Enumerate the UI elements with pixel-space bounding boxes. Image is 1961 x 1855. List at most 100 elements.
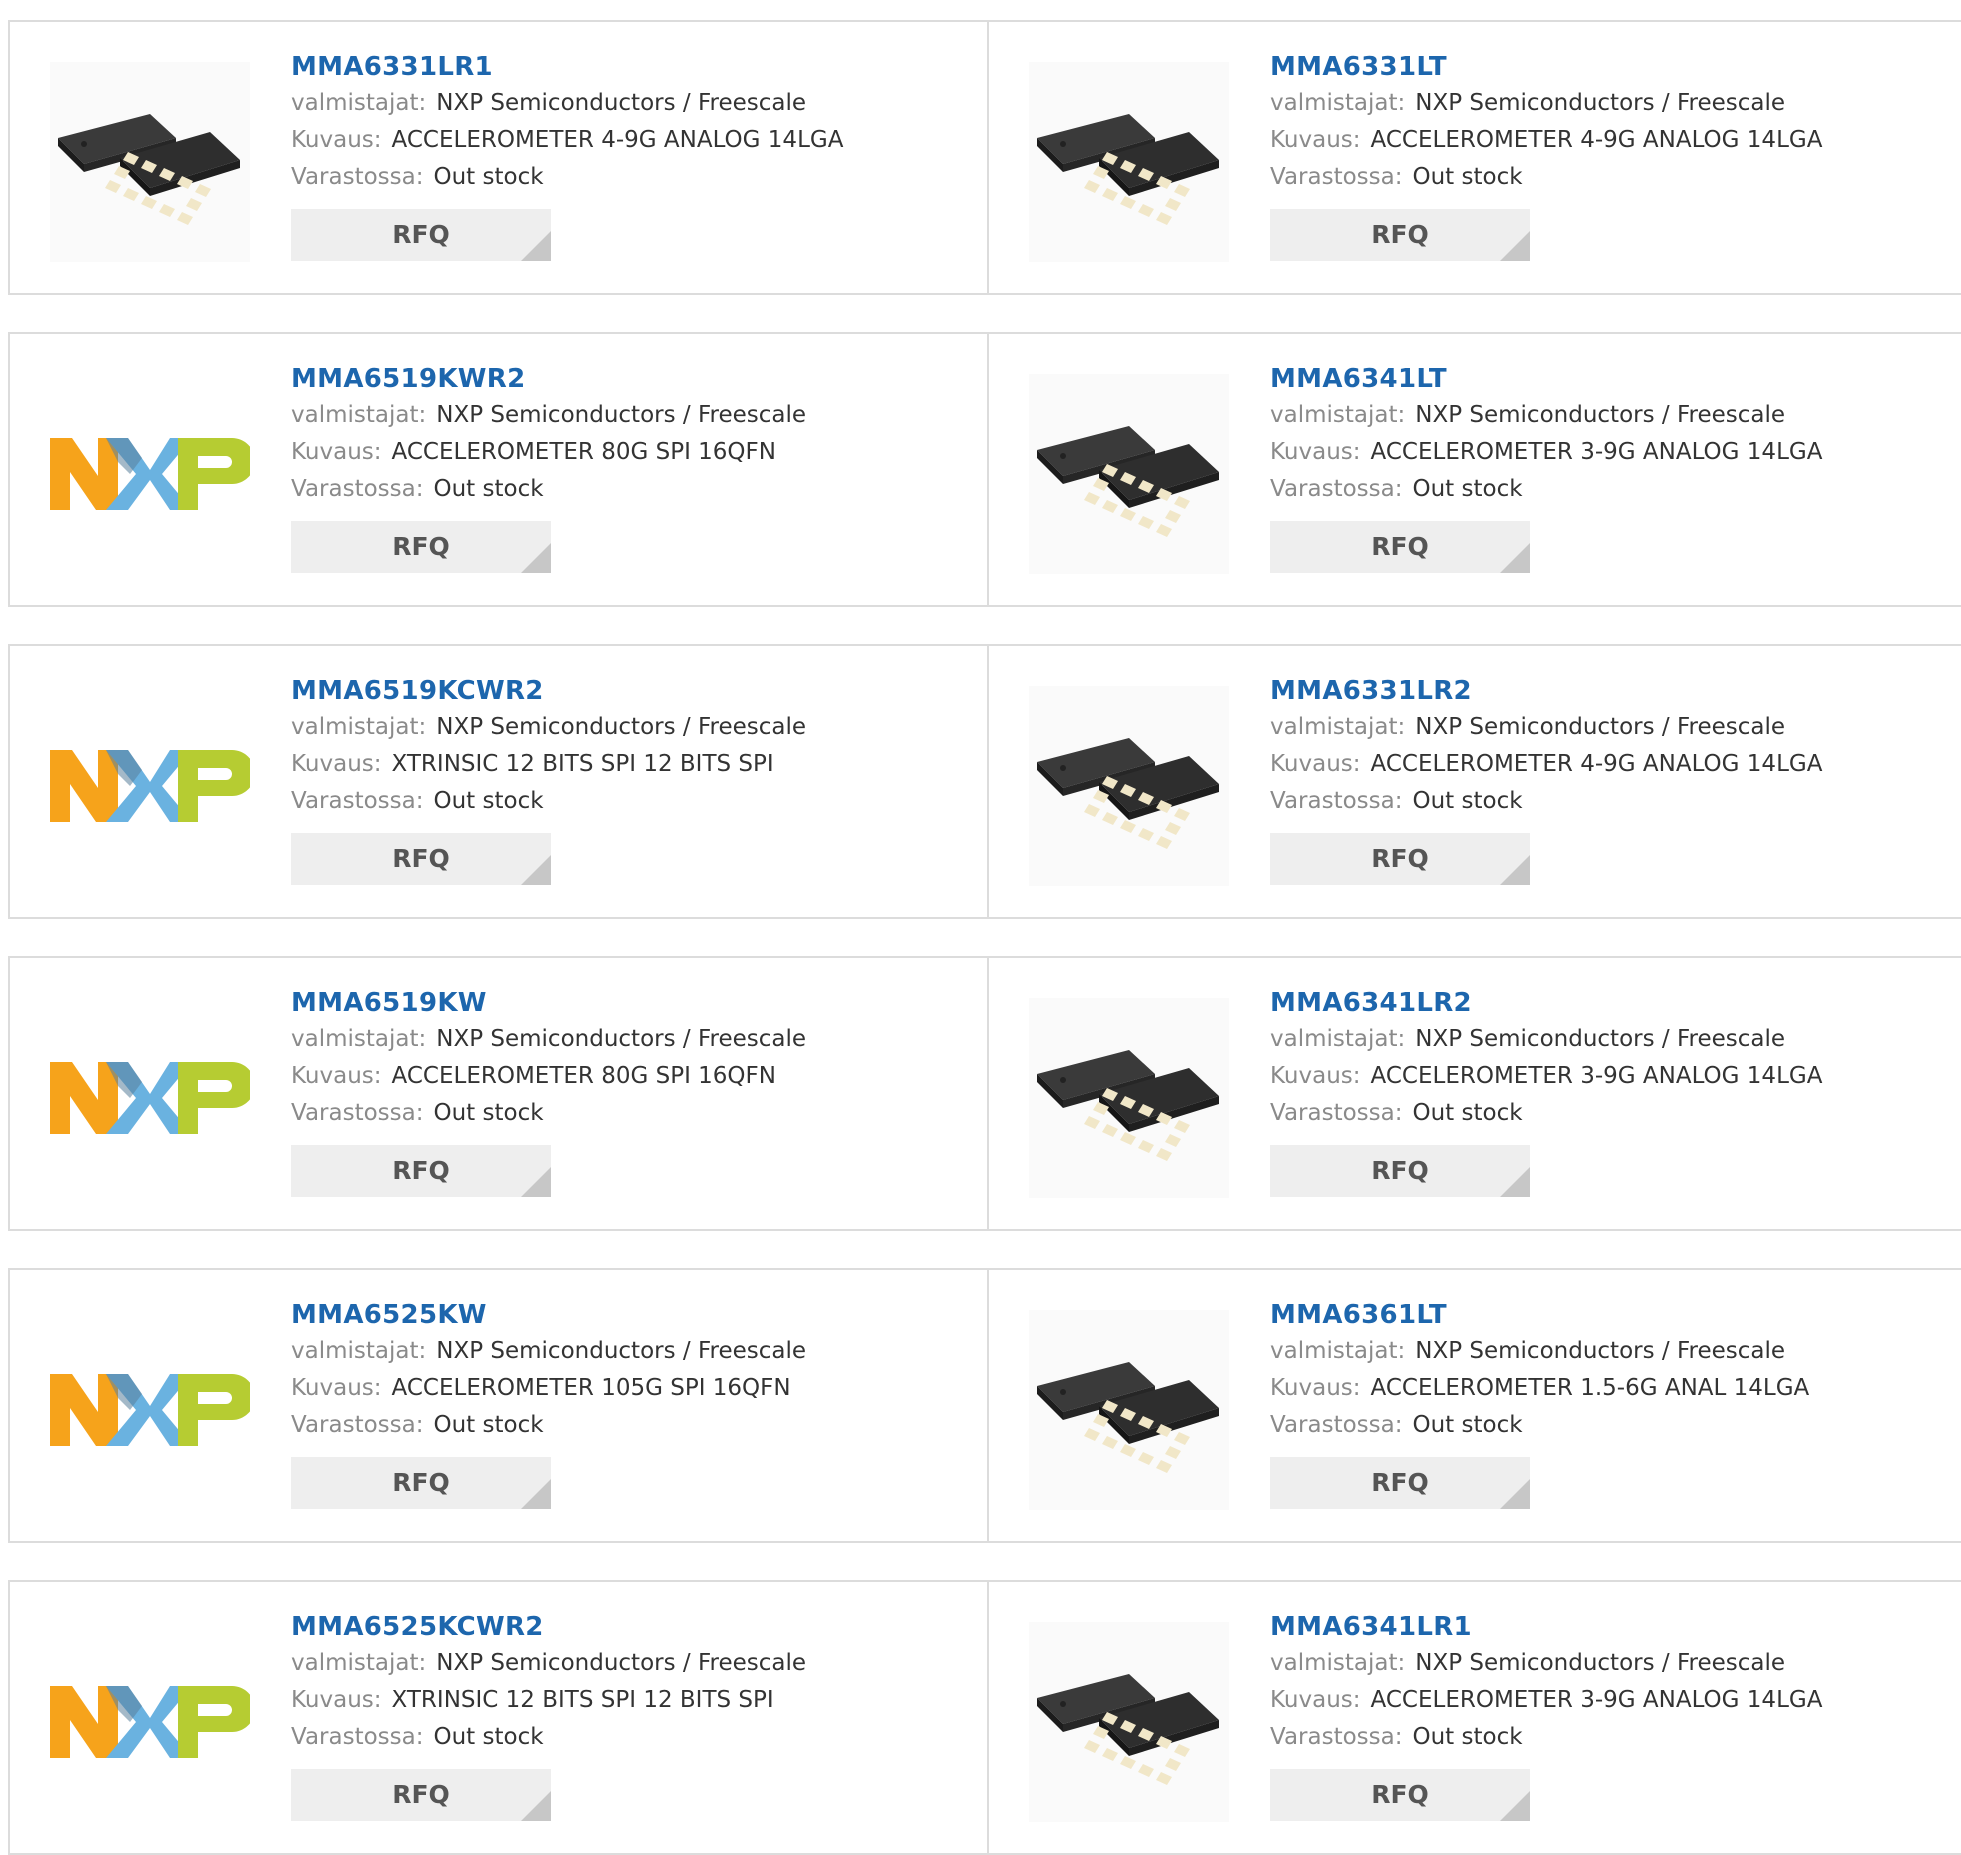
part-number-link[interactable]: MMA6331LR1 [291,49,843,85]
description-label: Kuvaus: [291,1063,382,1089]
description-line: Kuvaus: ACCELEROMETER 80G SPI 16QFN [291,1058,806,1095]
corner-triangle-icon [521,1479,551,1509]
rfq-label: RFQ [392,844,450,873]
manufacturer-value: NXP Semiconductors / Freescale [1415,90,1786,116]
manufacturer-line: valmistajat: NXP Semiconductors / Freesca… [291,1021,806,1058]
part-number-link[interactable]: MMA6341LT [1270,361,1822,397]
stock-line: Varastossa: Out stock [1270,1719,1822,1756]
part-number-link[interactable]: MMA6341LR1 [1270,1609,1822,1645]
stock-label: Varastossa: [1270,1100,1403,1126]
product-row: MMA6519KW valmistajat: NXP Semiconductors… [8,956,1961,1231]
chip-package-image[interactable] [1029,1622,1229,1822]
manufacturer-label: valmistajat: [1270,90,1406,116]
chip-package-image[interactable] [1029,998,1229,1198]
manufacturer-value: NXP Semiconductors / Freescale [436,1026,807,1052]
manufacturer-line: valmistajat: NXP Semiconductors / Freesca… [1270,1021,1822,1058]
description-value: ACCELEROMETER 4-9G ANALOG 14LGA [1370,127,1823,153]
part-number-link[interactable]: MMA6525KCWR2 [291,1609,806,1645]
corner-triangle-icon [521,543,551,573]
chip-package-image[interactable] [1029,686,1229,886]
corner-triangle-icon [521,1791,551,1821]
corner-triangle-icon [521,1167,551,1197]
stock-label: Varastossa: [291,164,424,190]
description-label: Kuvaus: [291,751,382,777]
stock-line: Varastossa: Out stock [291,159,843,196]
part-number-link[interactable]: MMA6519KCWR2 [291,673,806,709]
stock-value: Out stock [433,1412,544,1438]
nxp-logo-image[interactable] [50,374,250,574]
rfq-label: RFQ [392,1468,450,1497]
nxp-logo-image[interactable] [50,686,250,886]
stock-line: Varastossa: Out stock [291,1719,806,1756]
stock-line: Varastossa: Out stock [291,471,806,508]
description-value: ACCELEROMETER 4-9G ANALOG 14LGA [391,127,844,153]
rfq-button[interactable]: RFQ [1270,1145,1530,1197]
rfq-label: RFQ [392,1156,450,1185]
description-value: ACCELEROMETER 3-9G ANALOG 14LGA [1370,439,1823,465]
stock-line: Varastossa: Out stock [1270,1095,1822,1132]
description-line: Kuvaus: ACCELEROMETER 4-9G ANALOG 14LGA [291,122,843,159]
rfq-button[interactable]: RFQ [291,209,551,261]
manufacturer-value: NXP Semiconductors / Freescale [1415,1338,1786,1364]
rfq-button[interactable]: RFQ [291,1145,551,1197]
nxp-logo-image[interactable] [50,1622,250,1822]
rfq-button[interactable]: RFQ [1270,833,1530,885]
part-number-link[interactable]: MMA6519KW [291,985,806,1021]
description-line: Kuvaus: ACCELEROMETER 3-9G ANALOG 14LGA [1270,434,1822,471]
rfq-button[interactable]: RFQ [1270,209,1530,261]
manufacturer-line: valmistajat: NXP Semiconductors / Freesca… [291,709,806,746]
stock-label: Varastossa: [1270,1724,1403,1750]
stock-line: Varastossa: Out stock [1270,471,1822,508]
rfq-button[interactable]: RFQ [291,1769,551,1821]
description-value: ACCELEROMETER 105G SPI 16QFN [391,1375,791,1401]
manufacturer-label: valmistajat: [1270,714,1406,740]
corner-triangle-icon [1500,231,1530,261]
chip-package-image[interactable] [1029,1310,1229,1510]
product-card: MMA6519KCWR2 valmistajat: NXP Semiconduct… [10,646,989,917]
nxp-logo-image[interactable] [50,1310,250,1510]
description-line: Kuvaus: ACCELEROMETER 105G SPI 16QFN [291,1370,806,1407]
corner-triangle-icon [1500,543,1530,573]
stock-value: Out stock [433,788,544,814]
rfq-button[interactable]: RFQ [1270,1457,1530,1509]
rfq-button[interactable]: RFQ [291,1457,551,1509]
corner-triangle-icon [1500,1167,1530,1197]
rfq-button[interactable]: RFQ [291,521,551,573]
corner-triangle-icon [1500,1791,1530,1821]
description-line: Kuvaus: ACCELEROMETER 80G SPI 16QFN [291,434,806,471]
product-card: MMA6525KW valmistajat: NXP Semiconductors… [10,1270,989,1541]
description-value: ACCELEROMETER 3-9G ANALOG 14LGA [1370,1063,1823,1089]
manufacturer-value: NXP Semiconductors / Freescale [436,1650,807,1676]
manufacturer-value: NXP Semiconductors / Freescale [1415,1026,1786,1052]
description-value: ACCELEROMETER 4-9G ANALOG 14LGA [1370,751,1823,777]
description-label: Kuvaus: [291,1375,382,1401]
rfq-button[interactable]: RFQ [291,833,551,885]
rfq-label: RFQ [1371,1780,1429,1809]
manufacturer-value: NXP Semiconductors / Freescale [436,402,807,428]
manufacturer-line: valmistajat: NXP Semiconductors / Freesca… [291,85,843,122]
part-number-link[interactable]: MMA6331LR2 [1270,673,1822,709]
description-value: ACCELEROMETER 80G SPI 16QFN [391,1063,776,1089]
description-line: Kuvaus: ACCELEROMETER 4-9G ANALOG 14LGA [1270,746,1822,783]
chip-package-image[interactable] [1029,374,1229,574]
part-number-link[interactable]: MMA6341LR2 [1270,985,1822,1021]
nxp-logo-image[interactable] [50,998,250,1198]
stock-label: Varastossa: [291,1100,424,1126]
manufacturer-line: valmistajat: NXP Semiconductors / Freesca… [291,1645,806,1682]
part-number-link[interactable]: MMA6525KW [291,1297,806,1333]
part-number-link[interactable]: MMA6361LT [1270,1297,1809,1333]
rfq-label: RFQ [392,1780,450,1809]
chip-package-image[interactable] [1029,62,1229,262]
rfq-label: RFQ [1371,532,1429,561]
chip-package-image[interactable] [50,62,250,262]
stock-value: Out stock [1412,788,1523,814]
rfq-button[interactable]: RFQ [1270,521,1530,573]
rfq-label: RFQ [392,532,450,561]
stock-value: Out stock [433,164,544,190]
rfq-label: RFQ [392,220,450,249]
manufacturer-label: valmistajat: [291,402,427,428]
part-number-link[interactable]: MMA6331LT [1270,49,1822,85]
stock-line: Varastossa: Out stock [291,783,806,820]
part-number-link[interactable]: MMA6519KWR2 [291,361,806,397]
rfq-button[interactable]: RFQ [1270,1769,1530,1821]
